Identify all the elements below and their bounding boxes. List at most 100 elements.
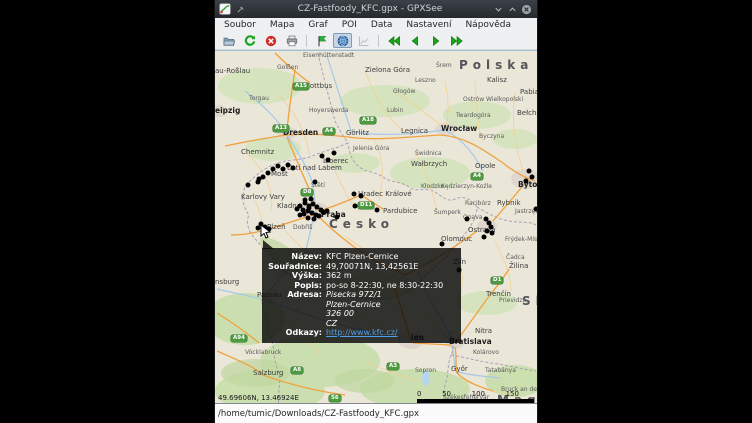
map-label: Opole xyxy=(475,163,496,170)
tooltip-field-label: Odkazy: xyxy=(264,328,326,338)
waypoint-dot[interactable] xyxy=(326,158,331,163)
print-icon xyxy=(286,35,298,47)
tooltip-value-text: KFC Plzen-Cernice xyxy=(326,252,398,261)
next-waypoint-icon xyxy=(430,35,442,47)
tooltip-link[interactable]: http://www.kfc.cz/ xyxy=(326,328,398,337)
tooltip-row: Výška:362 m xyxy=(264,271,456,281)
road-shield: A13 xyxy=(273,125,289,132)
waypoint-dot[interactable] xyxy=(530,175,535,180)
waypoint-dot[interactable] xyxy=(317,214,322,219)
reload-file-button[interactable] xyxy=(240,33,259,48)
road-shield: A8 xyxy=(291,367,303,374)
first-waypoint-button[interactable] xyxy=(384,33,403,48)
map-label: nsburg xyxy=(215,279,239,286)
road-shield: D1 xyxy=(491,277,503,284)
map-label: Kalisz xyxy=(487,77,507,84)
close-file-button[interactable] xyxy=(261,33,280,48)
tooltip-address-line: Plzen-Cernice xyxy=(326,300,456,310)
waypoint-dot[interactable] xyxy=(440,242,445,247)
waypoint-dot[interactable] xyxy=(335,215,340,220)
waypoint-dot[interactable] xyxy=(306,216,311,221)
menu-item-soubor[interactable]: Soubor xyxy=(217,20,263,30)
menu-item-mapa[interactable]: Mapa xyxy=(263,20,302,30)
tooltip-row: Adresa:Pisecka 972/1Plzen-Cernice326 00C… xyxy=(264,290,456,328)
waypoint-dot[interactable] xyxy=(489,225,494,230)
waypoint-dot[interactable] xyxy=(527,169,532,174)
map-label: Nitra xyxy=(475,328,492,335)
map-label: Dobříš xyxy=(293,225,312,231)
next-waypoint-button[interactable] xyxy=(426,33,445,48)
waypoint-dot[interactable] xyxy=(307,206,312,211)
map-label: Pardubice xyxy=(383,208,417,215)
waypoint-dot[interactable] xyxy=(309,197,314,202)
waypoint-dot[interactable] xyxy=(271,167,276,172)
tooltip-value-text: 362 m xyxy=(326,271,352,280)
coordinates-overlay: 49.69606N, 13.46924E xyxy=(218,394,299,402)
scale-tick: 0 xyxy=(417,390,421,398)
map-label: Salzburg xyxy=(253,370,283,377)
open-file-button[interactable] xyxy=(219,33,238,48)
waypoint-dot[interactable] xyxy=(352,192,357,197)
waypoint-dot[interactable] xyxy=(359,194,364,199)
toolbar xyxy=(215,32,537,50)
waypoint-dot[interactable] xyxy=(534,207,538,212)
tooltip-field-value: Pisecka 972/1Plzen-Cernice326 00CZ xyxy=(326,290,456,328)
toolbar-separator xyxy=(306,35,307,47)
waypoint-dot[interactable] xyxy=(465,217,470,222)
tooltip-field-label: Popis: xyxy=(264,281,326,291)
menu-item-data[interactable]: Data xyxy=(364,20,400,30)
menu-item-poi[interactable]: POI xyxy=(335,20,364,30)
window-pin-icon[interactable] xyxy=(236,5,245,14)
tooltip-row: Popis:po-so 8-22:30, ne 8:30-22:30 xyxy=(264,281,456,291)
waypoint-dot[interactable] xyxy=(291,166,296,171)
waypoint-dot[interactable] xyxy=(313,180,318,185)
waypoint-tooltip-rows: Název:KFC Plzen-CerniceSouřadnice:49,700… xyxy=(264,252,456,338)
waypoint-dot[interactable] xyxy=(353,204,358,209)
waypoint-dot[interactable] xyxy=(325,209,330,214)
waypoint-dot[interactable] xyxy=(281,167,286,172)
waypoint-dot[interactable] xyxy=(301,208,306,213)
scale-ticks: 050100150 xyxy=(417,390,519,398)
waypoint-dot[interactable] xyxy=(298,213,303,218)
waypoint-dot[interactable] xyxy=(375,208,380,213)
menu-item-npovda[interactable]: Nápověda xyxy=(458,20,518,30)
poi-flag-button[interactable] xyxy=(312,33,331,48)
waypoint-dot[interactable] xyxy=(332,151,337,156)
map-label: Torgau xyxy=(249,96,269,102)
menu-item-nastaven[interactable]: Nastavení xyxy=(399,20,458,30)
print-button[interactable] xyxy=(282,33,301,48)
map-view[interactable]: au-RoßlauGolßenEisenhüttenstadtZielona G… xyxy=(215,50,537,403)
menu-item-graf[interactable]: Graf xyxy=(301,20,334,30)
map-label: Olomouc xyxy=(441,236,472,243)
waypoint-dot[interactable] xyxy=(524,179,529,184)
waypoint-dot[interactable] xyxy=(312,217,317,222)
menu-bar: SouborMapaGrafPOIDataNastaveníNápověda xyxy=(215,18,537,32)
graph-icon xyxy=(358,35,370,47)
waypoint-dot[interactable] xyxy=(303,198,308,203)
close-button[interactable] xyxy=(519,2,533,16)
waypoint-dot[interactable] xyxy=(266,171,271,176)
waypoint-dot[interactable] xyxy=(295,207,300,212)
waypoint-dot[interactable] xyxy=(257,177,262,182)
graph-button[interactable] xyxy=(354,33,373,48)
waypoint-dot[interactable] xyxy=(490,231,495,236)
open-file-icon xyxy=(223,35,235,47)
map-label: Bełchatów xyxy=(517,110,537,117)
map-label: Žilina xyxy=(509,263,528,270)
previous-waypoint-button[interactable] xyxy=(405,33,424,48)
map-label: Pabianice xyxy=(520,89,537,96)
waypoint-dot[interactable] xyxy=(320,154,325,159)
waypoint-dot[interactable] xyxy=(246,183,251,188)
map-label: Chemnitz xyxy=(241,149,274,156)
last-waypoint-button[interactable] xyxy=(447,33,466,48)
toolbar-separator xyxy=(378,35,379,47)
minimize-button[interactable] xyxy=(491,2,505,16)
map-label: Frýdek-Místek xyxy=(505,237,537,243)
tooltip-address-line: Pisecka 972/1 xyxy=(326,290,456,300)
waypoint-dot[interactable] xyxy=(482,235,487,240)
map-label: eipzig xyxy=(215,107,240,115)
maximize-button[interactable] xyxy=(505,2,519,16)
map-label: Śrem xyxy=(436,63,452,69)
map-globe-button[interactable] xyxy=(333,33,352,48)
map-globe-icon xyxy=(337,35,349,47)
